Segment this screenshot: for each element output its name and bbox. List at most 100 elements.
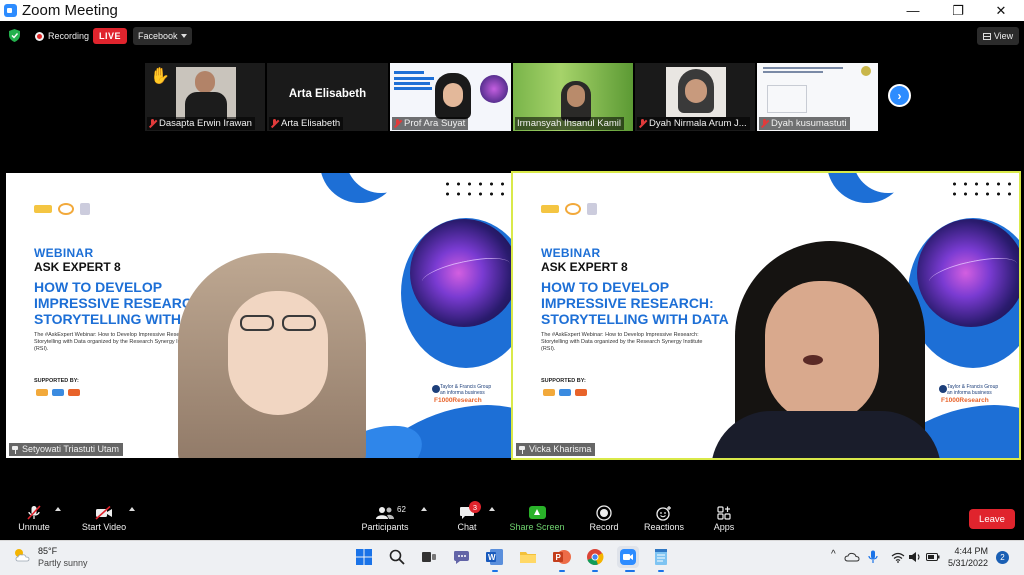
chat-label: Chat [457, 522, 477, 532]
participant-name: Dyah kusumastuti [771, 118, 847, 129]
organizer-logos [34, 203, 90, 215]
share-screen-icon [528, 506, 546, 519]
teams-chat-icon[interactable] [451, 546, 473, 568]
raised-hand-icon: ✋ [150, 68, 170, 85]
decorative-dots [442, 179, 508, 199]
partly-sunny-weather-icon[interactable] [13, 548, 31, 562]
participant-name-tag: Irmansyah Ihsanul Kamil [515, 117, 625, 130]
participant-name-tag: Prof Ara Suyat [392, 117, 469, 130]
zoom-meeting-window: Zoom Meeting — ❐ ✕ Recording LIVE Facebo… [0, 0, 1024, 575]
reactions-button[interactable]: Reactions [641, 503, 687, 537]
chevron-down-icon [181, 34, 187, 38]
slide-partner-2: F1000Research [941, 397, 989, 404]
slide-partner-2: F1000Research [434, 397, 482, 404]
reactions-label: Reactions [643, 522, 685, 532]
pin-icon [519, 445, 525, 454]
clock-date: 5/31/2022 [947, 558, 988, 568]
windows-start-icon[interactable] [353, 546, 375, 568]
video-options-chevron-icon[interactable] [129, 507, 135, 511]
video-tile[interactable]: WEBINAR ASK EXPERT 8 HOW TO DEVELOP IMPR… [6, 173, 512, 458]
weather-description: Partly sunny [38, 558, 88, 568]
apps-button[interactable]: Apps [709, 503, 739, 537]
chrome-browser-icon[interactable] [584, 546, 606, 568]
clock-time: 4:44 PM [954, 546, 988, 556]
chat-unread-badge: 3 [469, 501, 481, 513]
window-title: Zoom Meeting [22, 2, 118, 19]
sponsor-logos [36, 389, 80, 396]
livestream-target-dropdown[interactable]: Facebook [133, 27, 192, 45]
participant-name: Arta Elisabeth [281, 118, 341, 129]
participant-name-tag: Setyowati Triastuti Utam [9, 443, 124, 456]
task-view-icon[interactable] [418, 546, 440, 568]
live-badge[interactable]: LIVE [93, 28, 127, 44]
chat-options-chevron-icon[interactable] [489, 507, 495, 511]
file-explorer-icon[interactable] [517, 546, 539, 568]
security-shield-icon[interactable] [9, 29, 20, 42]
share-screen-button[interactable]: Share Screen [509, 503, 565, 537]
slide-supported-by: SUPPORTED BY: [541, 378, 586, 384]
participant-video [666, 67, 726, 117]
video-tile-active-speaker[interactable]: WEBINAR ASK EXPERT 8 HOW TO DEVELOP IMPR… [511, 171, 1021, 460]
taylor-francis-logo [939, 385, 947, 393]
pin-icon [12, 445, 18, 454]
recording-label: Recording [48, 31, 90, 41]
taylor-francis-logo [432, 385, 440, 393]
participant-name: Dyah Nirmala Arum J... [649, 118, 747, 129]
muted-mic-icon [271, 119, 278, 128]
battery-icon[interactable] [924, 548, 942, 566]
participants-icon [375, 503, 395, 522]
taskbar-clock[interactable]: 4:44 PM 5/31/2022 [944, 545, 988, 569]
participant-video [176, 67, 236, 119]
search-icon[interactable] [386, 546, 408, 568]
muted-mic-icon [639, 119, 646, 128]
decorative-dots [949, 179, 1015, 199]
audio-options-chevron-icon[interactable] [55, 507, 61, 511]
participant-name-tag: Vicka Kharisma [516, 443, 596, 456]
onedrive-cloud-icon[interactable] [843, 548, 861, 566]
unmute-button[interactable]: Unmute [14, 503, 54, 537]
participant-thumbnail[interactable]: Prof Ara Suyat [390, 63, 511, 131]
next-page-arrow-icon[interactable]: › [888, 84, 911, 107]
participant-video [435, 73, 471, 119]
microphone-icon[interactable] [864, 548, 882, 566]
volume-icon[interactable] [906, 548, 924, 566]
participants-options-chevron-icon[interactable] [421, 507, 427, 511]
slide-series-label: ASK EXPERT 8 [541, 260, 628, 274]
leave-button[interactable]: Leave [969, 509, 1015, 529]
share-screen-label: Share Screen [509, 522, 565, 532]
participant-name: Setyowati Triastuti Utam [22, 444, 120, 454]
zoom-app-taskbar-icon[interactable] [617, 546, 639, 568]
participant-name-tag: Dasapta Erwin Irawan [147, 117, 255, 130]
participant-thumbnail[interactable]: Dyah Nirmala Arum J... [635, 63, 755, 131]
maximize-button[interactable]: ❐ [935, 0, 981, 21]
apps-icon [716, 503, 732, 522]
notepad-app-icon[interactable] [650, 546, 672, 568]
participant-thumbnail[interactable]: Dyah kusumastuti [757, 63, 878, 131]
minimize-button[interactable]: — [890, 0, 936, 21]
apps-label: Apps [713, 522, 735, 532]
view-label: View [993, 31, 1014, 41]
slide-partner-1-sub: an informa business [440, 390, 485, 396]
participant-name: Prof Ara Suyat [404, 118, 466, 129]
record-button[interactable]: Record [586, 503, 622, 537]
notification-badge[interactable]: 2 [996, 551, 1009, 564]
video-off-icon [95, 503, 113, 522]
tray-overflow-chevron-icon[interactable]: ^ [831, 549, 836, 560]
slide-partner-1-sub: an informa business [947, 390, 992, 396]
muted-mic-icon [761, 119, 768, 128]
record-icon [596, 503, 612, 522]
word-app-icon[interactable]: W [484, 546, 506, 568]
svg-text:W: W [488, 553, 496, 562]
powerpoint-app-icon[interactable]: P [551, 546, 573, 568]
participant-thumbnail[interactable]: Irmansyah Ihsanul Kamil [513, 63, 633, 131]
sponsor-logos [543, 389, 587, 396]
participant-thumbnail[interactable]: Arta Elisabeth Arta Elisabeth [267, 63, 388, 131]
unmute-label: Unmute [18, 522, 50, 532]
slide-webinar-label: WEBINAR [34, 246, 94, 260]
slide-supported-by: SUPPORTED BY: [34, 378, 79, 384]
view-button[interactable]: View [977, 27, 1019, 45]
weather-temperature: 85°F [38, 546, 58, 556]
close-button[interactable]: ✕ [978, 0, 1024, 21]
start-video-button[interactable]: Start Video [80, 503, 128, 537]
wifi-icon[interactable] [889, 548, 907, 566]
